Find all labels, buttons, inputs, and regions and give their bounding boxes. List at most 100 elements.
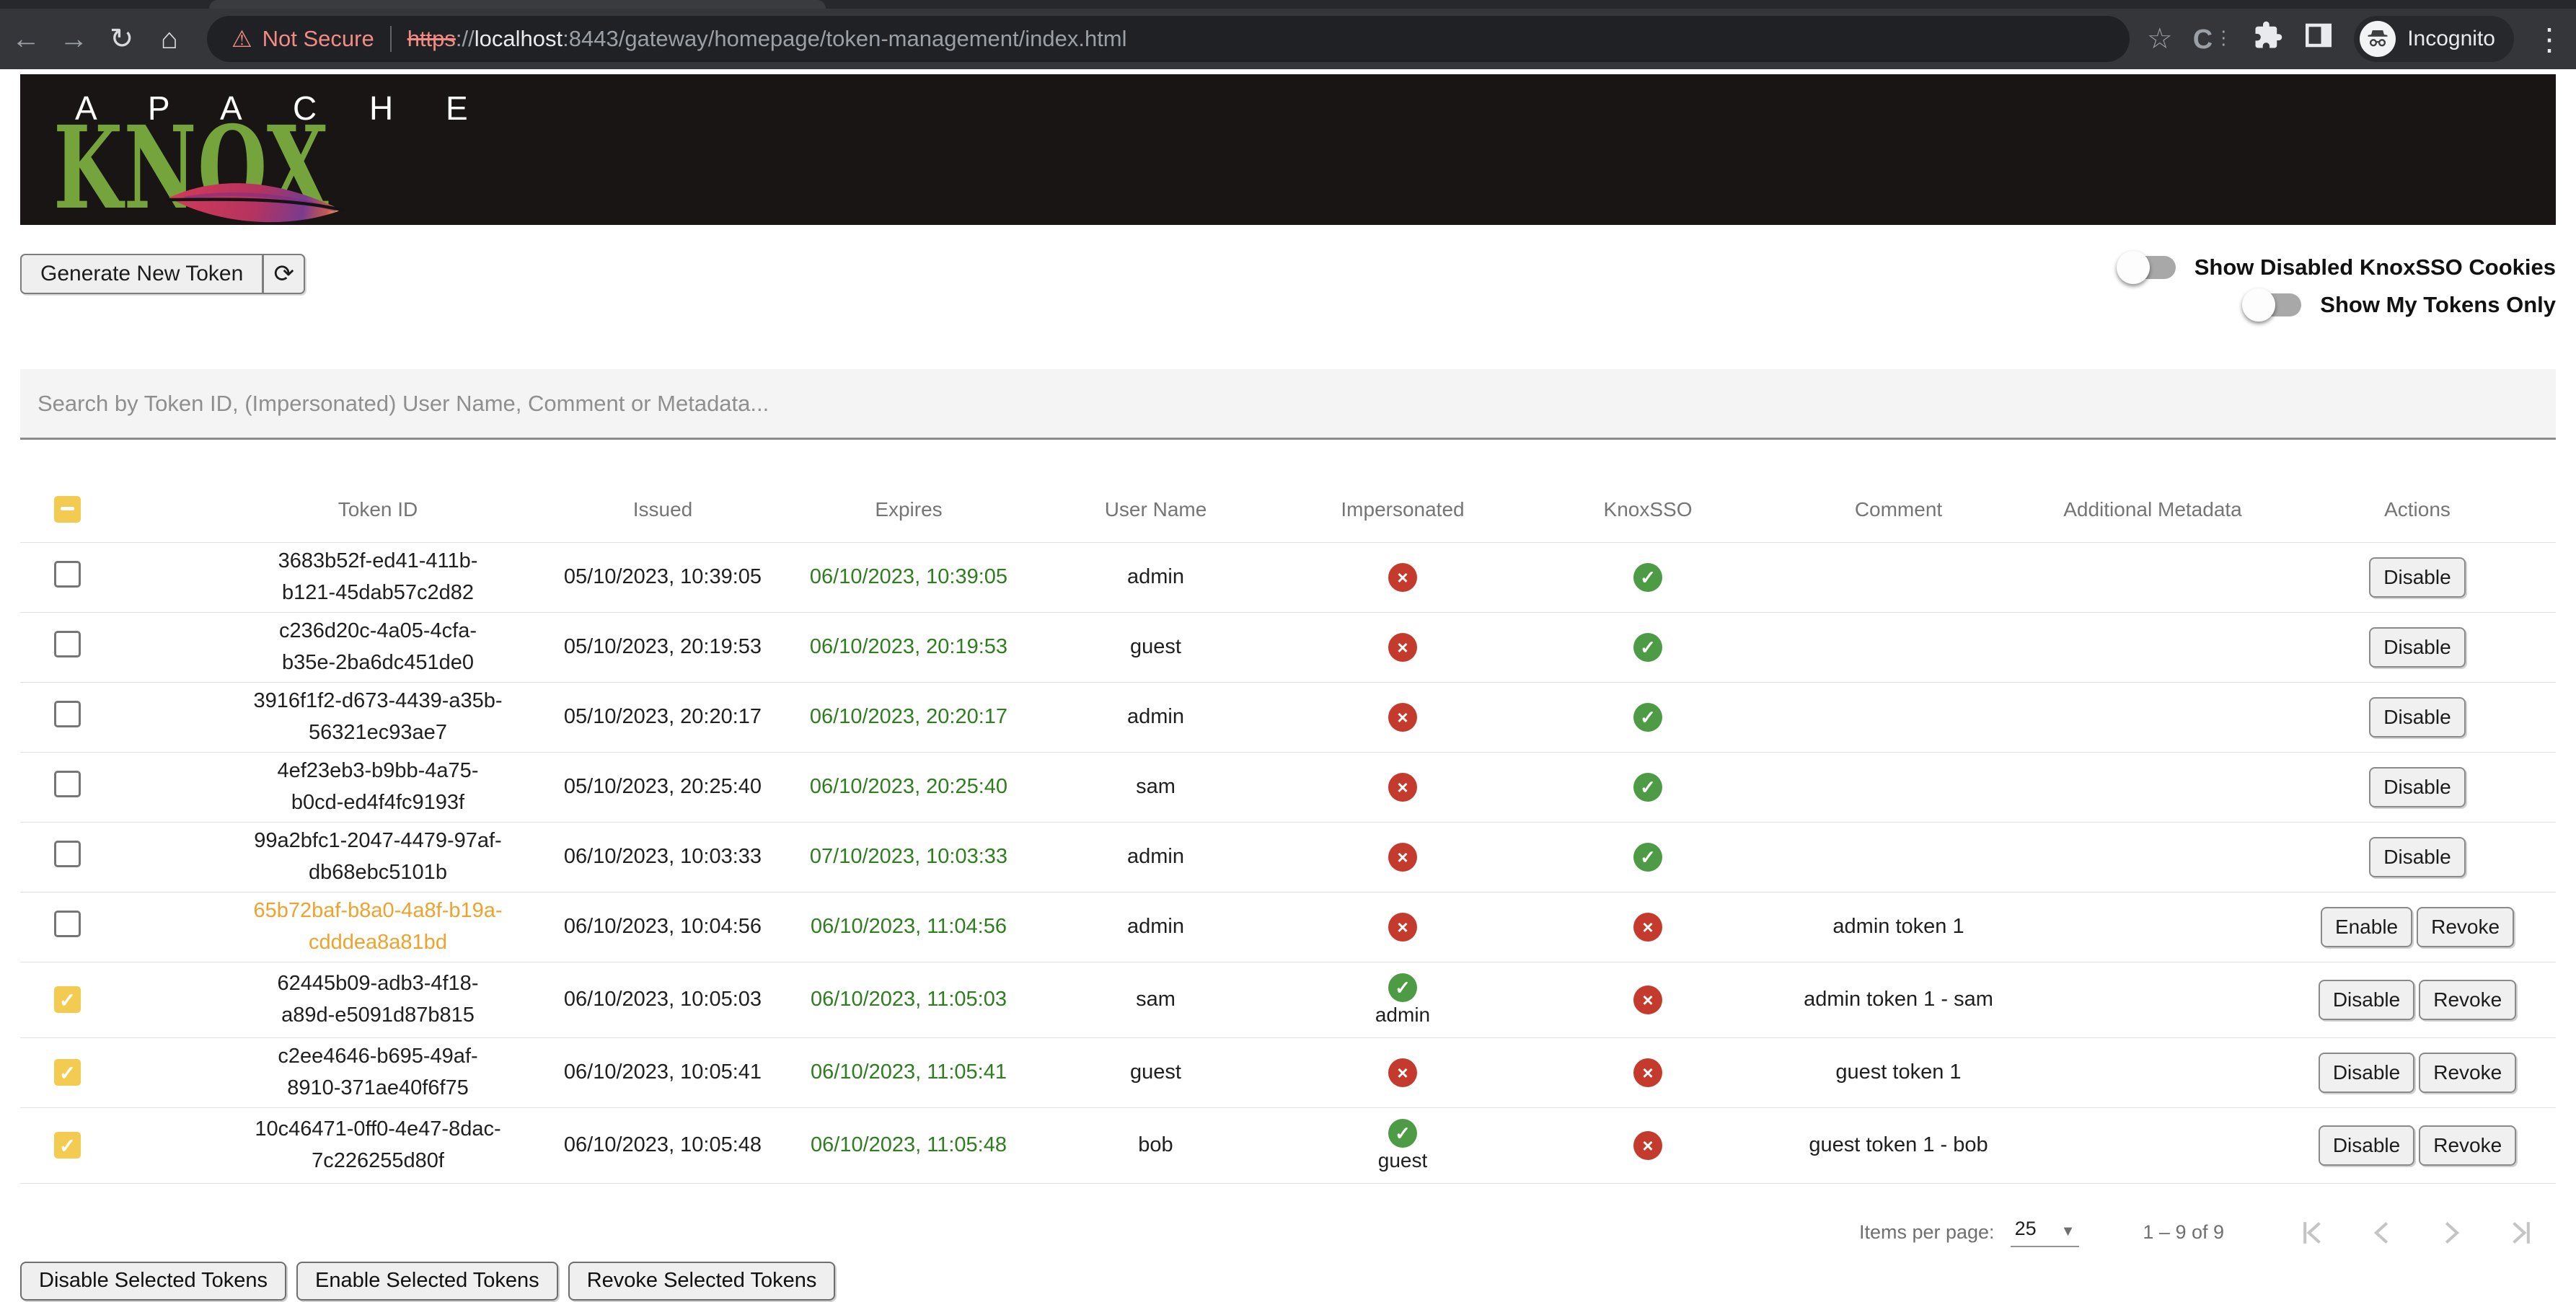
revoke-selected-tokens-button[interactable]: Revoke Selected Tokens: [568, 1262, 836, 1301]
token-id-cell: 3683b52f-ed41-411b-b121-45dab57c2d82: [216, 542, 539, 612]
disable-token-button[interactable]: Disable: [2369, 697, 2465, 738]
revoke-token-button[interactable]: Revoke: [2419, 1125, 2516, 1166]
issued-cell: 06/10/2023, 10:05:03: [539, 962, 786, 1037]
header-impersonated: Impersonated: [1280, 477, 1525, 542]
token-search-input[interactable]: [20, 369, 2556, 440]
main-content: Generate New Token ⟳ Show Disabled KnoxS…: [0, 254, 2576, 1301]
not-secure-label[interactable]: Not Secure: [263, 26, 374, 52]
refresh-tokens-button[interactable]: ⟳: [263, 254, 305, 294]
token-id-cell: c236d20c-4a05-4cfa-b35e-2ba6dc451de0: [216, 612, 539, 682]
table-row: 3683b52f-ed41-411b-b121-45dab57c2d8205/1…: [20, 542, 2556, 612]
token-id-cell: 99a2bfc1-2047-4479-97af-db68ebc5101b: [216, 822, 539, 892]
incognito-badge[interactable]: Incognito: [2354, 16, 2514, 62]
cross-circle-icon: ×: [1388, 773, 1417, 802]
url-host: localhost: [475, 26, 563, 52]
row-select-checkbox[interactable]: [54, 701, 81, 727]
side-panel-icon[interactable]: [2303, 20, 2334, 58]
previous-page-button[interactable]: [2365, 1214, 2403, 1252]
table-row: ✓c2ee4646-b695-49af-8910-371ae40f6f7506/…: [20, 1037, 2556, 1107]
show-disabled-knoxsso-toggle[interactable]: [2117, 254, 2176, 281]
actions-cell: Disable: [2279, 682, 2556, 752]
check-circle-icon: ✓: [1633, 703, 1662, 732]
disable-token-button[interactable]: Disable: [2369, 767, 2465, 807]
browser-toolbar: ← → ↻ ⌂ ⚠ Not Secure https://localhost:8…: [0, 9, 2576, 69]
cross-circle-icon: ×: [1388, 563, 1417, 592]
issued-cell: 05/10/2023, 20:20:17: [539, 682, 786, 752]
extension-c-icon: C: [2193, 25, 2214, 55]
knoxsso-cell: ×: [1525, 1107, 1770, 1183]
user-name-cell: sam: [1031, 752, 1280, 822]
active-tab[interactable]: [209, 0, 826, 9]
impersonated-cell: ×: [1280, 612, 1525, 682]
disable-token-button[interactable]: Disable: [2319, 1053, 2414, 1093]
disable-token-button[interactable]: Disable: [2369, 557, 2465, 598]
reload-button[interactable]: ↻: [100, 17, 143, 61]
toggle-row-my-tokens: Show My Tokens Only: [2242, 291, 2556, 319]
disable-selected-tokens-button[interactable]: Disable Selected Tokens: [20, 1262, 286, 1301]
knoxsso-cell: ✓: [1525, 822, 1770, 892]
back-button[interactable]: ←: [4, 17, 48, 61]
issued-cell: 05/10/2023, 20:25:40: [539, 752, 786, 822]
enable-selected-tokens-button[interactable]: Enable Selected Tokens: [296, 1262, 558, 1301]
forward-button[interactable]: →: [52, 17, 95, 61]
row-select-cell: [20, 612, 216, 682]
row-select-checkbox[interactable]: [54, 841, 81, 867]
check-circle-icon: ✓: [1633, 773, 1662, 802]
extension-badge-icon[interactable]: C⋮: [2193, 23, 2233, 56]
enable-token-button[interactable]: Enable: [2321, 907, 2412, 947]
generate-new-token-button[interactable]: Generate New Token: [20, 254, 263, 294]
items-per-page-select[interactable]: 25 ▼: [2011, 1218, 2080, 1247]
table-row: 4ef23eb3-b9bb-4a75-b0cd-ed4f4fc9193f05/1…: [20, 752, 2556, 822]
row-select-checkbox[interactable]: ✓: [54, 1059, 81, 1086]
row-select-checkbox[interactable]: [54, 561, 81, 588]
incognito-icon: [2360, 21, 2396, 57]
bookmark-star-icon[interactable]: ☆: [2147, 22, 2173, 56]
items-per-page-value: 25: [2015, 1218, 2037, 1240]
impersonated-cell: ×: [1280, 542, 1525, 612]
table-row: 65b72baf-b8a0-4a8f-b19a-cdddea8a81bd06/1…: [20, 892, 2556, 962]
impersonated-user-label: guest: [1280, 1149, 1525, 1172]
row-select-checkbox[interactable]: [54, 771, 81, 797]
revoke-token-button[interactable]: Revoke: [2419, 1053, 2516, 1093]
row-select-checkbox[interactable]: [54, 911, 81, 937]
actions-cell: Disable: [2279, 752, 2556, 822]
expires-cell: 07/10/2023, 10:03:33: [786, 822, 1031, 892]
comment-cell: guest token 1 - bob: [1770, 1107, 2026, 1183]
disable-token-button[interactable]: Disable: [2319, 980, 2414, 1020]
comment-cell: [1770, 612, 2026, 682]
row-select-cell: [20, 752, 216, 822]
comment-cell: admin token 1: [1770, 892, 2026, 962]
paginator-buttons: [2296, 1214, 2541, 1252]
additional-metadata-cell: [2026, 822, 2279, 892]
select-all-checkbox[interactable]: [54, 496, 81, 523]
impersonated-user-label: admin: [1280, 1004, 1525, 1027]
impersonated-cell: ✓admin: [1280, 962, 1525, 1037]
disable-token-button[interactable]: Disable: [2319, 1125, 2414, 1166]
url-divider: [390, 26, 392, 52]
row-select-checkbox[interactable]: ✓: [54, 1132, 81, 1159]
knoxsso-cell: ×: [1525, 1037, 1770, 1107]
first-page-button[interactable]: [2296, 1214, 2334, 1252]
disable-token-button[interactable]: Disable: [2369, 837, 2465, 877]
address-bar[interactable]: ⚠ Not Secure https://localhost:8443/gate…: [207, 16, 2130, 62]
last-page-button[interactable]: [2504, 1214, 2541, 1252]
revoke-token-button[interactable]: Revoke: [2417, 907, 2514, 947]
row-select-checkbox[interactable]: ✓: [54, 986, 81, 1013]
knoxsso-cell: ✓: [1525, 612, 1770, 682]
show-my-tokens-toggle[interactable]: [2242, 291, 2301, 319]
row-select-checkbox[interactable]: [54, 631, 81, 657]
disable-token-button[interactable]: Disable: [2369, 627, 2465, 668]
knoxsso-cell: ×: [1525, 892, 1770, 962]
revoke-token-button[interactable]: Revoke: [2419, 980, 2516, 1020]
token-id-cell: 62445b09-adb3-4f18-a89d-e5091d87b815: [216, 962, 539, 1037]
home-button[interactable]: ⌂: [148, 17, 191, 61]
user-name-cell: admin: [1031, 682, 1280, 752]
next-page-button[interactable]: [2435, 1214, 2472, 1252]
extensions-puzzle-icon[interactable]: [2253, 20, 2283, 58]
footer-actions: Disable Selected Tokens Enable Selected …: [20, 1262, 2556, 1301]
browser-menu-icon[interactable]: ⋮: [2534, 22, 2564, 57]
additional-metadata-cell: [2026, 962, 2279, 1037]
table-row: ✓10c46471-0ff0-4e47-8dac-7c226255d80f06/…: [20, 1107, 2556, 1183]
user-name-cell: guest: [1031, 612, 1280, 682]
token-id-cell: 4ef23eb3-b9bb-4a75-b0cd-ed4f4fc9193f: [216, 752, 539, 822]
